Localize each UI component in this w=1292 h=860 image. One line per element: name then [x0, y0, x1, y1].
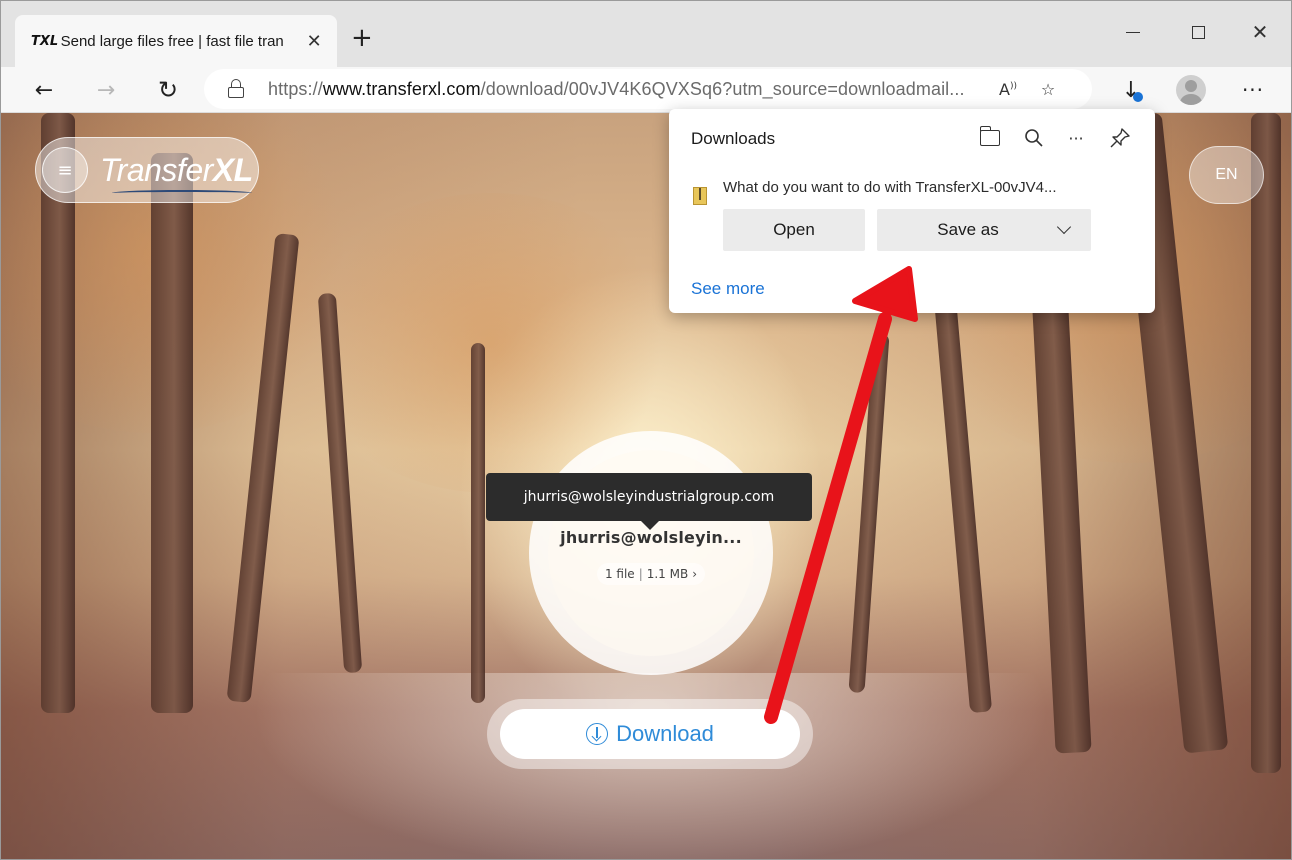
url-text[interactable]: https://www.transferxl.com/download/00vJ… — [268, 79, 988, 100]
maximize-button[interactable] — [1181, 19, 1215, 45]
see-more-link[interactable]: See more — [691, 279, 765, 299]
downloads-more-button[interactable]: ··· — [1061, 123, 1091, 153]
pin-panel-button[interactable] — [1105, 123, 1135, 153]
downloads-button[interactable]: ↓ — [1115, 75, 1147, 105]
downloads-panel: Downloads ··· What do you want to do wit… — [669, 109, 1155, 313]
zip-file-icon — [693, 187, 707, 205]
tab-title: Send large files free | fast file tran — [60, 32, 284, 50]
window-close-button[interactable]: ✕ — [1243, 19, 1277, 45]
url-path: /download/00vJV4K6QVXSq6?utm_source=down… — [480, 78, 965, 99]
tree-trunk — [41, 113, 75, 713]
folder-icon — [979, 126, 1000, 146]
file-info-button[interactable]: 1 file | 1.1 MB › — [596, 562, 706, 585]
file-info-divider: | — [638, 566, 643, 581]
download-prompt: What do you want to do with TransferXL-0… — [723, 179, 1057, 196]
file-count: 1 file — [604, 566, 635, 581]
download-badge-icon — [1133, 92, 1143, 102]
reload-button[interactable]: ↻ — [151, 73, 185, 107]
address-bar[interactable]: https://www.transferxl.com/download/00vJ… — [204, 69, 1092, 109]
logo-swoosh — [112, 189, 252, 196]
forward-button[interactable]: → — [89, 73, 123, 107]
search-icon — [1025, 129, 1043, 147]
download-button-frame: Download — [487, 699, 813, 769]
maximize-icon — [1191, 25, 1205, 39]
search-downloads-button[interactable] — [1019, 123, 1049, 153]
sender-email[interactable]: jhurris@wolsleyin... — [560, 528, 742, 547]
back-button[interactable]: ← — [27, 73, 61, 107]
email-tooltip: jhurris@wolsleyindustrialgroup.com — [486, 473, 812, 530]
minimize-icon — [1126, 31, 1140, 33]
profile-button[interactable] — [1175, 75, 1207, 105]
tree-trunk — [151, 153, 193, 713]
downloads-title: Downloads — [691, 129, 776, 148]
download-label: Download — [616, 721, 714, 746]
open-folder-button[interactable] — [975, 123, 1005, 153]
url-scheme: https:// — [268, 78, 323, 99]
new-tab-button[interactable]: + — [351, 25, 373, 51]
settings-more-button[interactable]: ··· — [1237, 75, 1269, 105]
file-size: 1.1 MB — [646, 566, 689, 581]
download-button[interactable]: Download — [500, 709, 800, 759]
tree-trunk — [1251, 113, 1281, 773]
save-as-label: Save as — [937, 220, 999, 239]
tab-strip: TXL Send large files free | fast file tr… — [1, 1, 1291, 67]
tab-close-icon[interactable]: ✕ — [301, 31, 327, 52]
browser-toolbar: ← → ↻ https://www.transferxl.com/downloa… — [1, 67, 1291, 113]
minimize-button[interactable] — [1116, 19, 1150, 45]
lock-icon[interactable] — [224, 79, 250, 99]
avatar-icon — [1176, 75, 1206, 105]
tab-favicon: TXL — [31, 33, 59, 49]
tree-trunk — [848, 332, 890, 694]
open-button[interactable]: Open — [723, 209, 865, 251]
language-selector[interactable]: EN — [1189, 146, 1264, 204]
tab-transferxl[interactable]: TXL Send large files free | fast file tr… — [15, 15, 337, 67]
chevron-right-icon: › — [692, 566, 698, 581]
transferxl-logo[interactable]: ≡ TransferXL — [35, 137, 259, 203]
logo-text: TransferXL — [100, 152, 253, 192]
pin-icon — [1110, 128, 1130, 148]
save-as-button[interactable]: Save as — [877, 209, 1091, 251]
add-favorite-icon[interactable]: ☆ — [1028, 80, 1068, 99]
url-host: www.transferxl.com — [322, 78, 481, 99]
download-icon — [586, 723, 609, 745]
chevron-down-icon[interactable] — [1056, 219, 1072, 235]
read-aloud-icon[interactable]: A)) — [988, 80, 1028, 99]
tree-trunk — [471, 343, 485, 703]
browser-window: TXL Send large files free | fast file tr… — [0, 0, 1292, 860]
transfer-card: jhurris@wolsleyin... 1 file | 1.1 MB › — [529, 431, 773, 675]
menu-icon[interactable]: ≡ — [42, 147, 88, 193]
